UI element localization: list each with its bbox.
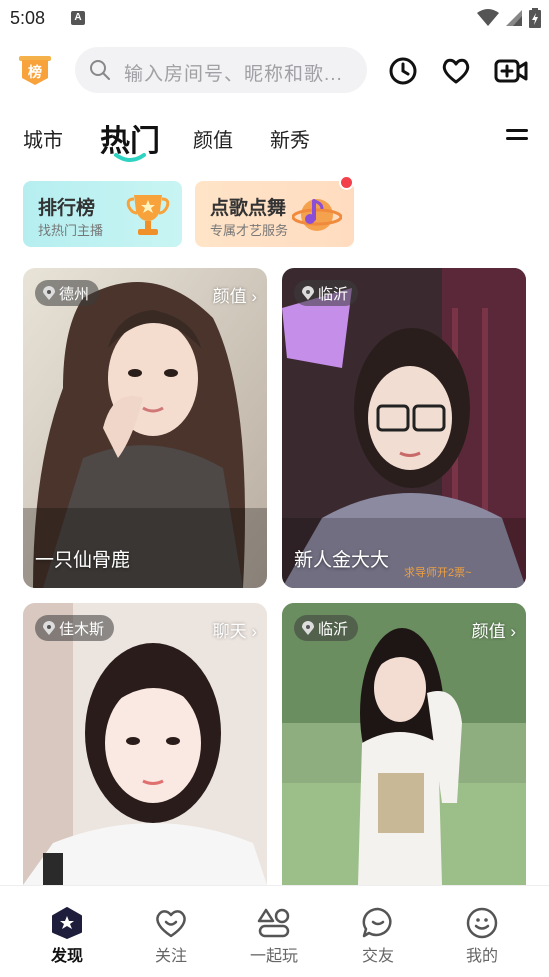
heart-icon[interactable] (441, 56, 471, 86)
ranking-subtitle: 找热门主播 (38, 223, 104, 238)
stream-thumbnail: 求导师开2票~ (282, 268, 526, 588)
tab-newcomer[interactable]: 新秀 (270, 124, 310, 153)
stream-card[interactable]: 临沂 颜值 › (282, 603, 526, 885)
location-text: 德州 (59, 285, 90, 303)
location-pin-icon (302, 286, 314, 300)
bottom-nav: 发现 关注 一起玩 交友 我的 (0, 885, 549, 977)
location-badge: 临沂 (294, 615, 359, 641)
streamer-name: 新人金大大 (294, 550, 390, 571)
trophy-icon (126, 195, 170, 235)
shapes-icon (257, 908, 290, 938)
tab-looks[interactable]: 颜值 (193, 124, 233, 153)
location-pin-icon (43, 286, 55, 300)
location-badge: 佳木斯 (35, 615, 115, 641)
discover-star-icon (52, 907, 82, 939)
menu-icon[interactable] (506, 129, 528, 145)
category-tabs: 城市 热门 颜值 新秀 (0, 112, 549, 168)
category-tag[interactable]: 颜值 › (213, 282, 257, 307)
video-plus-icon[interactable] (494, 56, 528, 86)
status-time: 5:08 (10, 8, 46, 28)
nav-mine[interactable]: 我的 (442, 906, 522, 966)
song-dance-subtitle: 专属才艺服务 (210, 223, 289, 238)
battery-icon (529, 8, 541, 28)
header: 榜 输入房间号、昵称和歌... (0, 46, 549, 94)
nav-label: 关注 (154, 948, 187, 965)
chat-bubble-icon (362, 907, 392, 938)
song-dance-title: 点歌点舞 (210, 198, 287, 219)
location-badge: 德州 (35, 280, 100, 306)
ranking-card[interactable]: 排行榜 找热门主播 (23, 181, 182, 247)
nav-discover[interactable]: 发现 (27, 906, 107, 966)
ranking-badge-button[interactable]: 榜 (19, 56, 51, 86)
clock-icon[interactable] (388, 56, 418, 86)
location-text: 佳木斯 (59, 620, 105, 638)
nav-label: 我的 (465, 948, 498, 965)
tab-city[interactable]: 城市 (23, 124, 63, 153)
nav-follow[interactable]: 关注 (131, 906, 211, 966)
search-icon (90, 60, 110, 80)
nav-make-friends[interactable]: 交友 (338, 906, 418, 966)
nav-label: 一起玩 (249, 948, 298, 965)
search-input[interactable]: 输入房间号、昵称和歌... (75, 47, 367, 93)
badge-text: 榜 (28, 64, 42, 80)
location-text: 临沂 (318, 285, 349, 303)
location-pin-icon (43, 621, 55, 635)
stream-card[interactable]: 德州 颜值 › 一只仙骨鹿 (23, 268, 267, 588)
stream-thumbnail (282, 603, 526, 885)
wifi-icon (477, 9, 499, 26)
overlay-text: 求导师开2票~ (404, 566, 472, 579)
streamer-name: 一只仙骨鹿 (35, 550, 131, 571)
notification-icon: A (71, 11, 85, 25)
notification-dot (339, 175, 354, 190)
heart-smile-icon (156, 910, 186, 938)
stream-card[interactable]: 佳木斯 聊天 › (23, 603, 267, 885)
smiley-icon (466, 907, 498, 939)
active-tab-indicator (114, 153, 146, 162)
status-icons (477, 8, 541, 28)
song-dance-card[interactable]: 点歌点舞 专属才艺服务 (195, 181, 354, 247)
status-bar: 5:08 A (0, 0, 549, 36)
stream-thumbnail (23, 268, 267, 588)
stream-card[interactable]: 求导师开2票~ 临沂 新人金大大 (282, 268, 526, 588)
signal-icon (506, 10, 522, 26)
nav-label: 交友 (361, 948, 394, 965)
location-text: 临沂 (318, 620, 349, 638)
nav-label: 发现 (50, 948, 83, 965)
category-tag[interactable]: 颜值 › (472, 617, 516, 642)
search-placeholder: 输入房间号、昵称和歌... (124, 64, 343, 85)
location-badge: 临沂 (294, 280, 359, 306)
ranking-title: 排行榜 (38, 198, 96, 219)
nav-play-together[interactable]: 一起玩 (234, 906, 314, 966)
category-tag[interactable]: 聊天 › (213, 617, 257, 642)
stream-thumbnail (23, 603, 267, 885)
location-pin-icon (302, 621, 314, 635)
music-planet-icon (292, 199, 342, 231)
